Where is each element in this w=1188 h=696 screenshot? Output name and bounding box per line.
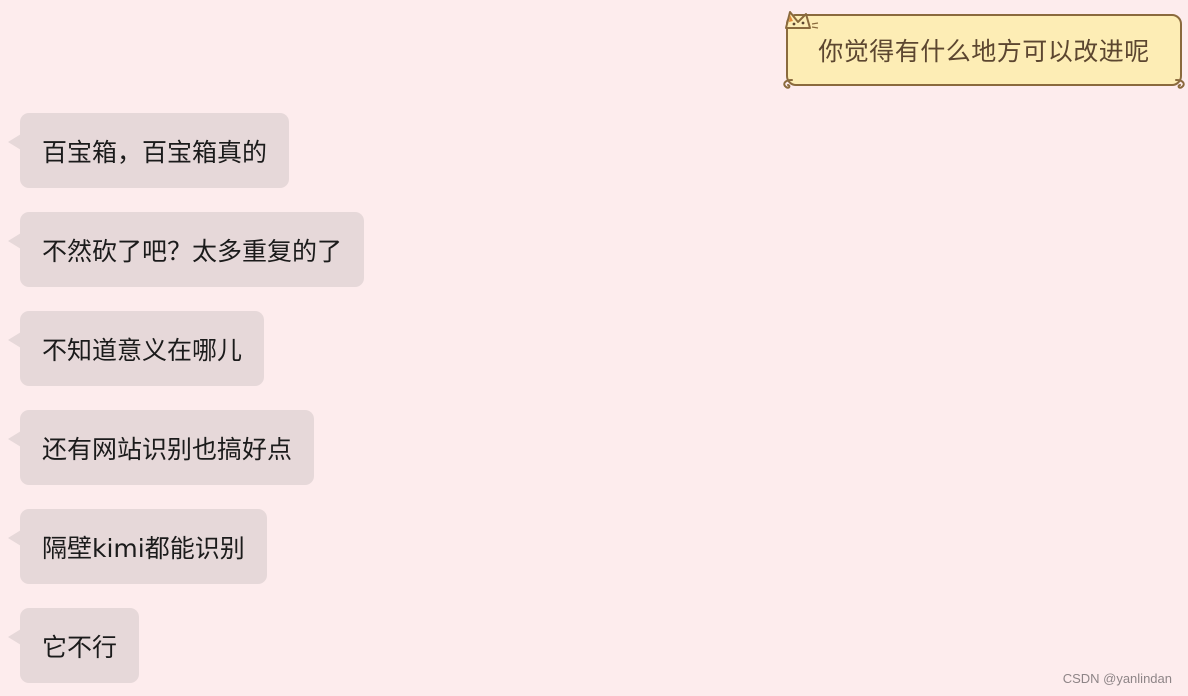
message-bubble[interactable]: 隔壁kimi都能识别 — [20, 509, 267, 584]
message-bubble[interactable]: 还有网站识别也搞好点 — [20, 410, 315, 485]
watermark: CSDN @yanlindan — [1062, 671, 1172, 686]
cat-ears-icon — [785, 11, 819, 29]
message-bubble[interactable]: 不然砍了吧？太多重复的了 — [20, 212, 365, 287]
message-bubble[interactable]: 不知道意义在哪儿 — [20, 311, 265, 386]
message-text: 它不行 — [42, 632, 118, 662]
message-text: 隔壁kimi都能识别 — [42, 533, 245, 563]
message-text: 不然砍了吧？太多重复的了 — [42, 236, 343, 266]
sent-message[interactable]: 你觉得有什么地方可以改进呢 — [780, 6, 1188, 92]
chat-window: 你觉得有什么地方可以改进呢 百宝箱，百宝箱真的 不然砍了吧？太多重复的了 不知道… — [0, 0, 1188, 696]
bubble-curl-icon — [1175, 79, 1185, 89]
bubble-curl-icon — [783, 79, 793, 89]
message-text: 百宝箱，百宝箱真的 — [42, 137, 268, 167]
message-text: 还有网站识别也搞好点 — [42, 434, 293, 464]
message-bubble[interactable]: 它不行 — [20, 608, 140, 683]
message-text: 不知道意义在哪儿 — [42, 335, 243, 365]
sent-message-text: 你觉得有什么地方可以改进呢 — [818, 37, 1150, 66]
sent-bubble[interactable]: 你觉得有什么地方可以改进呢 — [786, 14, 1182, 86]
message-bubble[interactable]: 百宝箱，百宝箱真的 — [20, 113, 290, 188]
